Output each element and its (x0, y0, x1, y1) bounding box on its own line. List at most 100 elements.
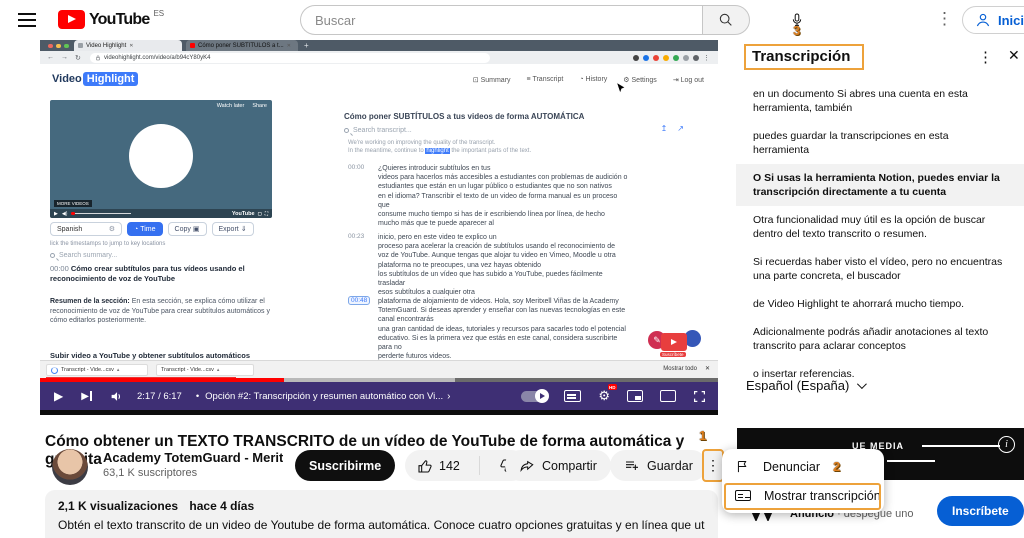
subscribe-button[interactable]: Suscribirme (295, 450, 395, 481)
show-all-downloads: Mostrar todo (663, 366, 697, 372)
reload-icon: ↻ (75, 54, 81, 62)
tab-close-icon: ✕ (287, 43, 291, 49)
youtube-header: YouTube ES ⋮ Iniciar (0, 0, 1024, 40)
language-select: Spanish⚙ (50, 222, 122, 236)
transcript-close-icon[interactable]: ✕ (1008, 47, 1020, 64)
ad-info-icon[interactable]: i (998, 436, 1015, 453)
ad-decor-line (922, 445, 1000, 447)
video-actions-menu: Denunciar Mostrar transcripción (722, 449, 884, 513)
tab-title: Video Highlight (86, 43, 126, 49)
transcript-segment[interactable]: Adicionalmente podrás añadir anotaciones… (736, 318, 1024, 360)
chevron-right-icon[interactable]: › (447, 391, 450, 402)
search-icon (718, 12, 734, 28)
settings-button[interactable]: ⚙HD (598, 388, 610, 404)
transcript-segment[interactable]: Si recuerdas haber visto el vídeo, pero … (736, 248, 1024, 290)
header-kebab-icon[interactable]: ⋮ (936, 9, 952, 29)
hamburger-menu-icon[interactable] (18, 13, 36, 27)
search-transcript-field: Search transcript... (344, 127, 412, 134)
timestamp: 00:00 (348, 164, 378, 228)
close-icon: ✕ (705, 365, 710, 372)
save-button[interactable]: Guardar (610, 450, 707, 481)
fullscreen-icon[interactable] (693, 390, 706, 403)
chapter-title[interactable]: Opción #2: Transcripción y resumen autom… (205, 391, 443, 402)
transcript-actions: ↥↗ (661, 124, 684, 133)
miniplayer-icon[interactable] (627, 390, 643, 402)
flag-icon (735, 459, 750, 474)
search-icon (344, 128, 349, 133)
summary-toolbar: Spanish⚙ ◔Time Copy▣ Export⇓ (50, 222, 254, 236)
downloads-bar: Transcript - Vide...csv ▴ Transcript - V… (40, 360, 718, 378)
address-field: videohighlight.com/video/a/b94cY80yK4 (90, 53, 490, 63)
subscribe-label: Suscríbete (660, 352, 686, 357)
like-button[interactable]: 142 (405, 450, 472, 481)
menu-item-show-transcript[interactable]: Mostrar transcripción (722, 481, 884, 510)
mouse-cursor-icon (616, 82, 625, 95)
transcript-segment[interactable]: en un documento Si abres una cuenta en e… (736, 80, 1024, 122)
play-button[interactable]: ▶ (54, 389, 63, 403)
ad-decor-line (887, 460, 935, 462)
copy-icon: ▣ (193, 225, 200, 233)
channel-name[interactable]: Academy TotemGuard - Meritxell ... (103, 450, 283, 465)
search-bar (300, 5, 750, 35)
signin-button[interactable]: Iniciar (962, 6, 1024, 34)
volume-icon[interactable] (110, 390, 123, 403)
next-button[interactable]: ▶ (81, 391, 92, 402)
floating-subscribe-widget: ✎ Suscríbete (648, 326, 710, 360)
transcript-segment[interactable]: de Video Highlight te ahorrará mucho tie… (736, 290, 1024, 318)
search-summary-field: Search summary... (50, 252, 117, 259)
more-actions-button[interactable]: ⋮ (702, 449, 724, 482)
transcript-segment-active[interactable]: O Si usas la herramienta Notion, puedes … (736, 164, 1024, 206)
thumbs-up-icon (417, 458, 433, 474)
recorded-video-title: Cómo poner SUBTÍTULOS a tus videos de fo… (344, 112, 584, 121)
video-player[interactable]: Video Highlight ✕ Cómo poner SUBTITULOS … (40, 40, 718, 415)
upload-date: hace 4 días (189, 499, 254, 513)
timestamps-hint: lick the timestamps to jump to key locat… (50, 241, 165, 247)
upload-icon: ↥ (661, 124, 668, 133)
transcript-entry: 00:23 inicio, pero en este video te expl… (348, 233, 708, 297)
youtube-logo[interactable]: YouTube ES (58, 10, 164, 29)
subtitles-icon[interactable] (564, 390, 581, 402)
transcript-panel: Transcripción ⋮ ✕ en un documento Si abr… (736, 40, 1024, 425)
like-count: 142 (439, 459, 460, 473)
download-chip: Transcript - Vide...csv ▴ (156, 364, 254, 376)
browser-tab-active: Video Highlight ✕ (74, 40, 182, 51)
transcript-kebab-icon[interactable]: ⋮ (978, 48, 993, 66)
traffic-light-yellow (56, 44, 61, 49)
time-display: 2:17 / 6:17 (137, 391, 182, 402)
recorded-url-bar: ← → ↻ videohighlight.com/video/a/b94cY80… (40, 51, 718, 64)
fullscreen-icon: ⛶ (265, 211, 268, 216)
ad-cta-button[interactable]: Inscríbete (937, 496, 1024, 526)
play-icon: ▶ (54, 211, 58, 217)
quality-note: We're working on improving the quality o… (348, 140, 531, 155)
time-button: ◔Time (127, 222, 163, 236)
theater-mode-icon[interactable] (660, 390, 676, 402)
region-label: ES (153, 9, 164, 18)
menu-item-report[interactable]: Denunciar (722, 452, 884, 481)
timestamp: 00:23 (348, 233, 378, 297)
tab-title: Cómo poner SUBTITULOS a t... (198, 43, 284, 49)
gear-icon: ⚙ (109, 225, 115, 233)
youtube-favicon (190, 43, 195, 48)
transcript-language-selector[interactable]: Español (España) (746, 378, 864, 393)
section-summary: Resumen de la sección: En esta sección, … (50, 297, 284, 326)
description-box[interactable]: 2,1 K visualizaciones hace 4 días Obtén … (45, 490, 718, 538)
settings-icon: ▢ (258, 211, 262, 217)
transcript-column: Cómo poner SUBTÍTULOS a tus videos de fo… (340, 64, 712, 360)
transcript-segment[interactable]: Otra funcionalidad muy útil es la opción… (736, 206, 1024, 248)
search-button[interactable] (702, 5, 750, 35)
embed-controls: ▶ ◀) YouTube▢⛶ (50, 209, 272, 218)
videohighlight-page: VideoHighlight ⊡ Summary ≡ Transcript ◔ … (40, 64, 718, 360)
autoplay-toggle[interactable] (521, 391, 547, 402)
transcript-icon (735, 490, 751, 501)
export-button: Export⇓ (212, 222, 254, 236)
signin-label: Iniciar (998, 13, 1024, 28)
download-chip: Transcript - Vide...csv ▴ (46, 364, 148, 376)
open-icon: ↗ (677, 124, 684, 133)
share-button[interactable]: Compartir (505, 450, 611, 481)
channel-avatar[interactable] (52, 449, 88, 485)
playlist-add-icon (624, 458, 640, 474)
search-input[interactable] (300, 5, 702, 35)
youtube-watermark: YouTube (232, 211, 255, 217)
player-control-bar: ▶ ▶ 2:17 / 6:17 • Opción #2: Transcripci… (40, 382, 718, 410)
transcript-segment[interactable]: puedes guardar la transcripciones en est… (736, 122, 1024, 164)
